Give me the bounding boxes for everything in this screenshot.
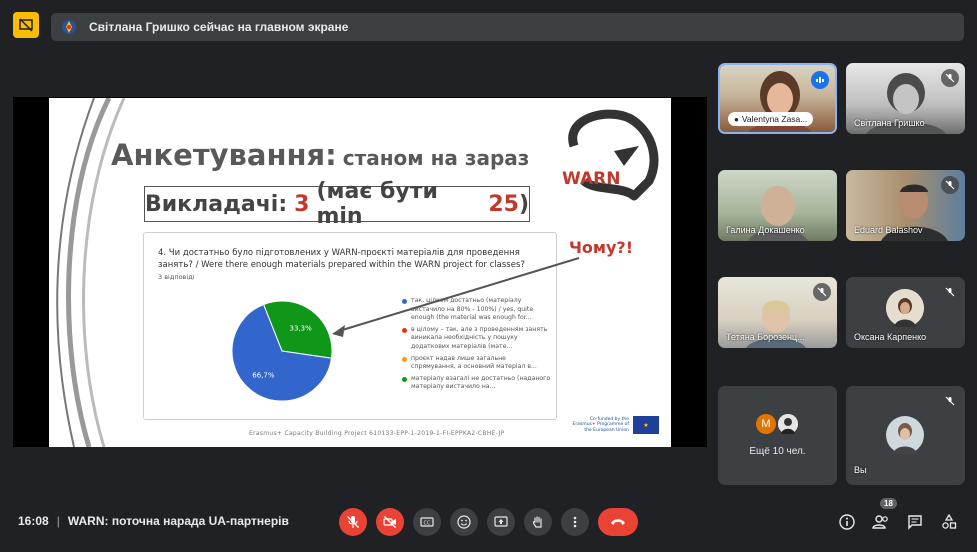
mic-off-icon — [941, 283, 959, 301]
participant-tile-halyna[interactable]: Галина Докашенко — [718, 170, 837, 241]
eu-cofunded-logo: Co-funded by the Erasmus+ Programme of t… — [569, 416, 659, 434]
meeting-details-button[interactable] — [838, 513, 856, 531]
participant-tile-valentyna[interactable]: ● Valentyna Zasa... — [718, 63, 837, 134]
meeting-separator: | — [56, 514, 60, 528]
present-screen-button[interactable] — [487, 508, 515, 536]
present-icon — [494, 516, 508, 527]
svg-text:CC: CC — [424, 521, 431, 527]
leave-call-button[interactable] — [598, 508, 638, 536]
banner-text: Світлана Гришко сейчас на главном экране — [89, 20, 349, 34]
participants-count-badge: 18 — [880, 498, 897, 509]
pin-icon: ● — [734, 114, 739, 124]
participant-tile-svitlana[interactable]: Світлана Гришко — [846, 63, 965, 134]
slide-footer: Erasmus+ Capacity Building Project 61013… — [249, 430, 505, 437]
participant-avatar — [886, 289, 924, 327]
slide: Анкетування: станом на зараз WARN Виклада… — [49, 98, 671, 447]
people-icon — [872, 515, 888, 529]
callout-arrow — [332, 257, 580, 337]
more-participants-label: Ещё 10 чел. — [749, 446, 806, 457]
meeting-info: 16:08 | WARN: поточна нарада UA-партнері… — [18, 514, 289, 528]
participant-name: Вы — [854, 465, 867, 475]
self-avatar — [886, 416, 924, 454]
participant-tile-more[interactable]: M Ещё 10 чел. — [718, 386, 837, 485]
hang-up-icon — [611, 519, 625, 525]
captions-button[interactable]: CC — [413, 508, 441, 536]
more-vert-icon — [573, 516, 577, 528]
hand-icon — [532, 516, 542, 528]
participant-tile-tetiana[interactable]: Тетяна Борозенц... — [718, 277, 837, 348]
participants-button[interactable] — [872, 513, 890, 531]
presenting-banner: Світлана Гришко сейчас на главном экране — [51, 13, 964, 41]
presenter-avatar-icon — [61, 19, 77, 35]
participant-initial-avatar: M — [756, 414, 776, 434]
participant-name: Тетяна Борозенц... — [726, 332, 805, 342]
meeting-title: WARN: поточна нарада UA-партнерів — [67, 514, 289, 528]
participant-name: Оксана Карпенко — [854, 332, 927, 342]
participant-name: Світлана Гришко — [854, 118, 925, 128]
eu-text: Co-funded by the Erasmus+ Programme of t… — [572, 416, 629, 433]
shapes-icon — [942, 514, 957, 529]
participant-name: Eduard Balashov — [854, 225, 923, 235]
more-options-button[interactable] — [561, 508, 589, 536]
participant-name: Галина Докашенко — [726, 225, 805, 235]
presentation-indicator-icon[interactable] — [13, 12, 39, 38]
eu-flag-icon: ★ — [633, 416, 659, 434]
speaking-indicator-icon — [811, 71, 829, 89]
meeting-time: 16:08 — [18, 514, 49, 528]
mic-off-icon — [941, 69, 959, 87]
chat-button[interactable] — [906, 513, 924, 531]
camera-off-icon — [383, 516, 396, 528]
mic-off-icon — [813, 283, 831, 301]
pinned-name-chip: ● Valentyna Zasa... — [728, 112, 814, 126]
participant-tile-oksana[interactable]: Оксана Карпенко — [846, 277, 965, 348]
info-icon — [839, 514, 855, 530]
mic-off-icon — [941, 392, 959, 410]
raise-hand-button[interactable] — [524, 508, 552, 536]
presentation-stage[interactable]: Анкетування: станом на зараз WARN Виклада… — [13, 97, 707, 447]
chat-icon — [908, 515, 922, 530]
camera-toggle-button[interactable] — [376, 508, 404, 536]
participant-avatar — [778, 414, 798, 434]
mic-off-icon — [347, 516, 359, 528]
participant-tile-eduard[interactable]: Eduard Balashov — [846, 170, 965, 241]
activities-button[interactable] — [940, 513, 958, 531]
participant-name: Valentyna Zasa... — [741, 114, 808, 124]
participant-tile-self[interactable]: Вы — [846, 386, 965, 485]
captions-icon: CC — [420, 517, 434, 527]
mic-off-icon — [941, 176, 959, 194]
reactions-button[interactable] — [450, 508, 478, 536]
mic-toggle-button[interactable] — [339, 508, 367, 536]
emoji-icon — [457, 515, 471, 529]
